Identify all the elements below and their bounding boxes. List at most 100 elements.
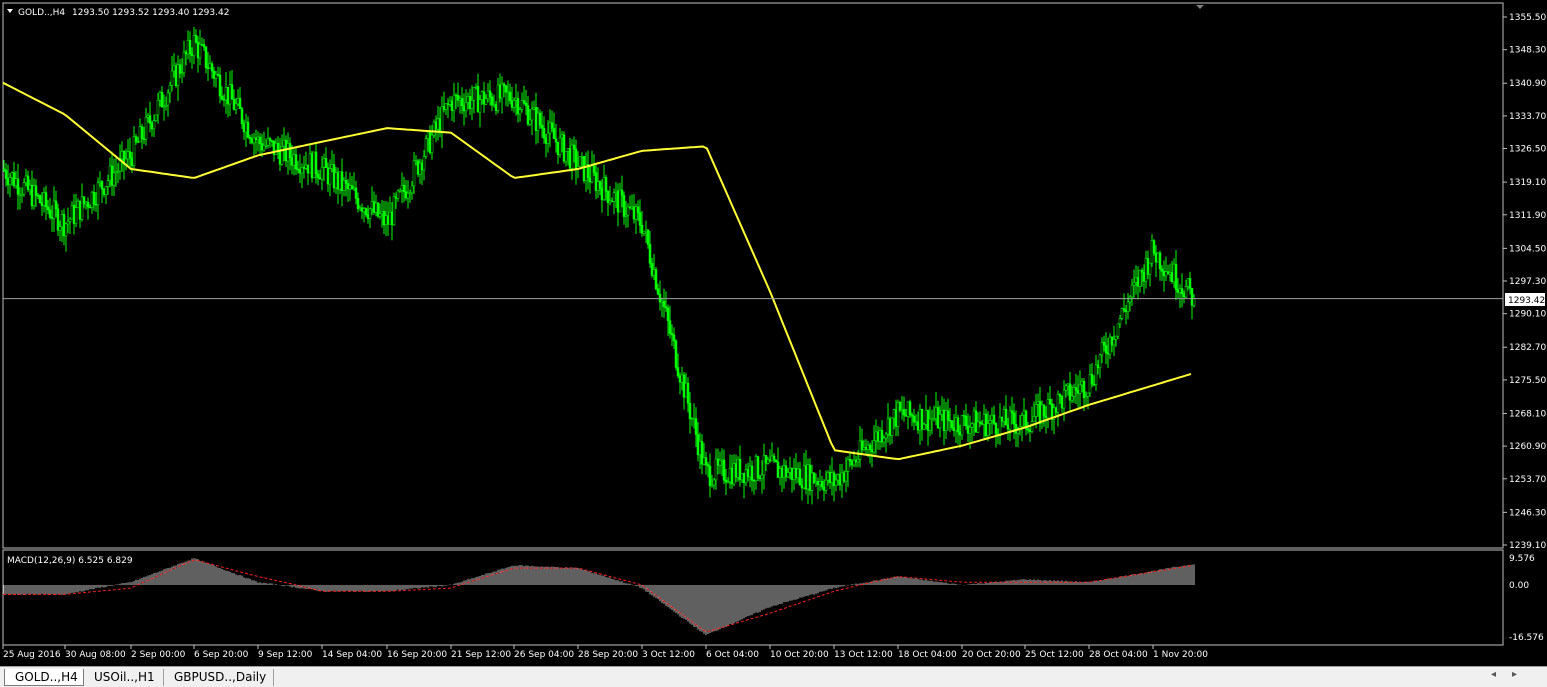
candle-body (924, 410, 928, 425)
candle-body (156, 99, 160, 116)
candle-body (236, 98, 240, 105)
candle-body (966, 425, 970, 434)
candle-body (614, 190, 618, 193)
candle-body (346, 183, 350, 190)
candle-body (476, 85, 480, 113)
candle-body (110, 165, 114, 186)
candle-body (310, 153, 314, 179)
candle-body (102, 188, 106, 195)
candle-body (918, 408, 922, 431)
candle-body (326, 167, 330, 185)
candle-body (1058, 394, 1062, 397)
candle-body (722, 459, 726, 481)
candle-body (314, 151, 318, 175)
candle-body (848, 459, 852, 462)
tab-gbpusd-daily[interactable]: GBPUSD..,Daily (164, 669, 274, 686)
candle-body (990, 414, 994, 421)
candle-body (360, 207, 364, 212)
candle-body (472, 87, 476, 101)
candle-body (1084, 396, 1088, 399)
candle-body (1182, 293, 1186, 298)
candle-body (1128, 296, 1132, 303)
candle-body (480, 91, 484, 100)
macd-tick-label: 9.576 (1509, 554, 1535, 564)
candle-body (640, 224, 644, 234)
candle-body (158, 92, 162, 101)
candle-body (150, 123, 154, 130)
candle-body (1104, 345, 1108, 354)
candle-body (1062, 389, 1066, 409)
candle-body (352, 187, 356, 190)
candle-body (98, 181, 102, 184)
candle-body (1056, 394, 1060, 413)
candle-body (994, 423, 998, 435)
candle-body (1094, 364, 1098, 385)
candle-body (374, 202, 378, 213)
candle-body (192, 35, 196, 57)
candle-body (288, 143, 292, 158)
candle-body (354, 187, 358, 199)
time-tick-label: 6 Sep 20:00 (194, 650, 249, 660)
candle-body (308, 153, 312, 174)
candle-body (742, 473, 746, 484)
candle-body (348, 185, 352, 190)
candle-body (1074, 387, 1078, 391)
candle-body (718, 460, 722, 466)
candle-body (20, 193, 24, 196)
candle-body (1132, 282, 1136, 286)
candle-body (460, 98, 464, 107)
candle-body (700, 441, 704, 465)
candle-body (336, 172, 340, 190)
price-tick-label: 1282.70 (1509, 343, 1546, 353)
candle-body (666, 307, 670, 321)
candle-body (772, 455, 776, 461)
candle-body (738, 459, 742, 481)
candle-body (780, 468, 784, 478)
candle-body (78, 200, 82, 220)
candle-body (1124, 309, 1128, 312)
candle-body (920, 408, 924, 430)
candle-body (334, 172, 338, 189)
candle-body (436, 118, 440, 130)
candle-body (624, 214, 628, 217)
tab-scroll-arrows-icon[interactable]: ◂▸ (1491, 669, 1533, 680)
candle-body (252, 137, 256, 144)
candle-body (1008, 410, 1012, 430)
candle-body (760, 474, 764, 479)
candle-body (992, 414, 996, 424)
candle-body (556, 141, 560, 155)
candle-body (246, 121, 250, 138)
candle-body (28, 184, 32, 190)
candle-body (1140, 269, 1144, 273)
candle-body (1080, 380, 1084, 386)
candle-body (260, 143, 264, 151)
candle-body (732, 463, 736, 485)
tab-usoil-h1[interactable]: USOil..,H1 (84, 669, 164, 686)
candle-body (1172, 263, 1176, 283)
candle-body (756, 456, 760, 479)
candle-body (228, 84, 232, 105)
candle-body (464, 102, 468, 112)
tab-gold-h4[interactable]: GOLD..,H4 (4, 669, 84, 686)
candle-body (736, 459, 740, 478)
candle-body (1006, 424, 1010, 430)
candle-body (676, 367, 680, 377)
candle-body (426, 131, 430, 139)
candle-body (1142, 271, 1146, 282)
candle-body (382, 211, 386, 226)
candle-body (950, 420, 954, 429)
candle-body (448, 100, 452, 105)
candle-body (380, 211, 384, 215)
candle-body (276, 143, 280, 151)
candle-body (1078, 384, 1082, 394)
candle-body (668, 320, 672, 334)
candle-body (840, 472, 844, 486)
candle-body (1036, 401, 1040, 405)
candle-body (1088, 374, 1092, 394)
candle-body (406, 192, 410, 199)
candle-body (754, 456, 758, 482)
candle-body (1014, 423, 1018, 434)
candle-body (434, 121, 438, 130)
candle-body (458, 98, 462, 101)
time-tick-label: 10 Oct 20:00 (770, 650, 829, 660)
